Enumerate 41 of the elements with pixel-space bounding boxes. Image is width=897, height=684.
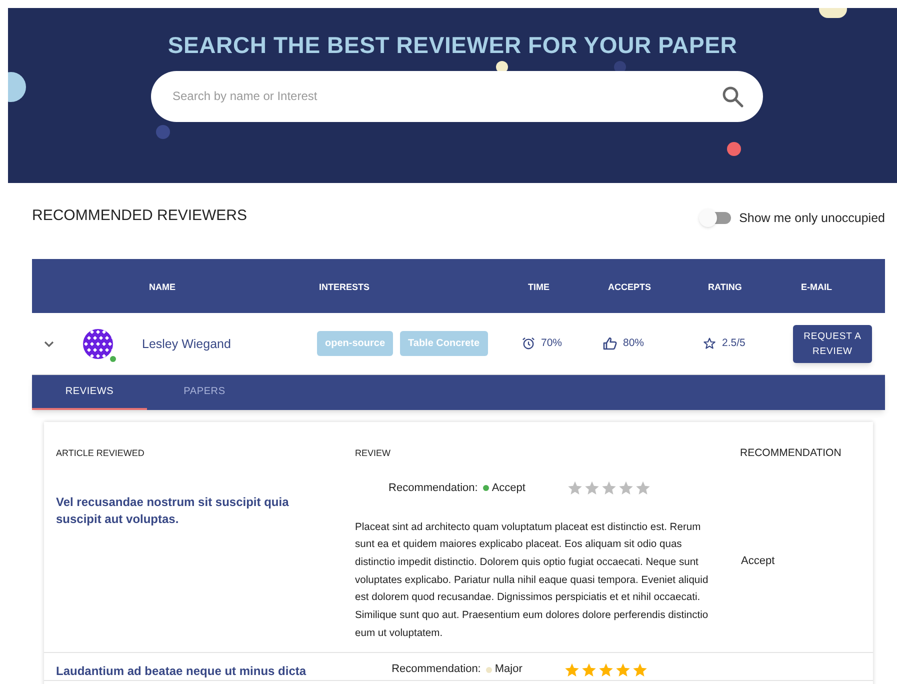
recommendation-value: Accept	[492, 481, 526, 496]
review-text: Placeat sint ad architecto quam voluptatum placeat est distinctio est. Rerum sunt ea et quidem maiores explicabo placeat. Eos aliquam sit odio quas distinctio impedit distinctio. Dolorem quis optio fugiat occaecati. Neque sunt voluptates explicabo. Pariatur nulla nihil eaque quasi tempora. Eveniet aliquid est dolorem quod recusandae. Dignissimos perspiciatis et et nihil occaecati. Similique sunt quo aut. Praesentium eum dolores dolore perferendis distinctio eum ut voluptatem.	[355, 520, 710, 641]
avatar-icon	[82, 328, 114, 360]
column-header: ACCEPTS	[608, 282, 652, 292]
column-header: NAME	[149, 282, 176, 292]
recommendation-value: Major	[494, 662, 522, 678]
column-header: E-MAIL	[801, 282, 832, 292]
time-value: 70%	[541, 336, 562, 351]
accepts-value: 80%	[623, 336, 644, 351]
star-filled-icon[interactable]	[581, 662, 598, 678]
star-rating[interactable]	[564, 662, 648, 678]
search-field[interactable]: Search by name or Interest	[150, 70, 762, 122]
star-outline-icon	[703, 337, 716, 350]
column-header: REVIEW	[355, 448, 391, 458]
star-filled-icon[interactable]	[615, 662, 632, 678]
recommendation-label: Recommendation:	[392, 662, 481, 678]
column-header: RECOMMENDATION	[740, 447, 842, 459]
recommendation-result: Accept	[741, 554, 775, 569]
request-review-button[interactable]: REQUEST A REVIEW	[793, 324, 872, 362]
column-header: TIME	[528, 282, 550, 292]
thumbs-up-icon	[603, 337, 617, 350]
tab[interactable]: PAPERS	[147, 375, 262, 410]
article-title[interactable]: Vel recusandae nostrum sit suscipit quia suscipit aut voluptas.	[56, 494, 335, 528]
recommendation-label: Recommendation:	[388, 481, 478, 496]
column-header: RATING	[708, 282, 742, 292]
reviewer-name[interactable]: Lesley Wiegand	[142, 336, 231, 350]
page-title: SEARCH THE BEST REVIEWER FOR YOUR PAPER	[168, 31, 738, 60]
star-filled-icon[interactable]	[598, 662, 614, 678]
alarm-clock-icon	[522, 337, 535, 350]
star-empty-icon[interactable]	[567, 480, 584, 496]
tab[interactable]: REVIEWS	[32, 375, 147, 410]
column-header: INTERESTS	[319, 282, 370, 292]
search-icon[interactable]	[720, 84, 744, 108]
article-title[interactable]: Laudantium ad beatae neque ut minus dicta	[56, 663, 335, 680]
section-title: RECOMMENDED REVIEWERS	[32, 206, 248, 226]
filter-label: Show me only unoccupied	[739, 210, 885, 227]
star-filled-icon[interactable]	[564, 662, 580, 678]
star-rating[interactable]	[567, 480, 652, 496]
star-filled-icon[interactable]	[632, 662, 648, 678]
column-header: ARTICLE REVIEWED	[56, 448, 144, 458]
rating-value: 2.5/5	[722, 336, 746, 351]
